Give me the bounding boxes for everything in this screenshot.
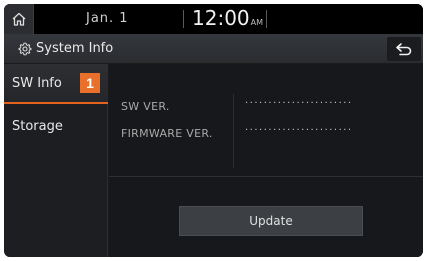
status-bar: Jan. 1 12:00AM: [4, 4, 423, 34]
clock-ampm: AM: [250, 18, 264, 27]
screen: Jan. 1 12:00AM System Info SW Info 1 Sto…: [4, 4, 423, 257]
back-arrow-icon: [396, 43, 412, 56]
back-button[interactable]: [387, 37, 421, 61]
clock: 12:00AM: [192, 6, 263, 30]
divider: [183, 10, 184, 28]
notification-badge: 1: [80, 73, 100, 93]
date-label: Jan. 1: [86, 11, 129, 26]
title-bar: System Info: [4, 34, 423, 64]
clock-time: 12:00: [192, 6, 250, 30]
sw-version-label: SW VER.: [121, 100, 170, 113]
firmware-version-value: ·······················: [245, 125, 353, 136]
firmware-version-label: FIRMWARE VER.: [121, 127, 213, 140]
divider: [233, 94, 234, 168]
sidebar-item-sw-info[interactable]: SW Info 1: [4, 64, 108, 104]
sidebar-item-label: SW Info: [12, 75, 62, 91]
sw-version-value: ·······················: [245, 98, 353, 109]
divider: [266, 10, 267, 28]
sidebar-item-label: Storage: [12, 118, 63, 134]
divider: [109, 176, 423, 177]
gear-icon: [18, 42, 32, 56]
main-content: SW VER. ······················· FIRMWARE…: [109, 64, 423, 257]
home-icon: [12, 12, 25, 26]
home-button[interactable]: [4, 4, 34, 34]
sidebar: SW Info 1 Storage: [4, 64, 108, 257]
update-button[interactable]: Update: [179, 206, 363, 236]
page-title: System Info: [36, 41, 114, 56]
sidebar-item-storage[interactable]: Storage: [4, 106, 108, 146]
